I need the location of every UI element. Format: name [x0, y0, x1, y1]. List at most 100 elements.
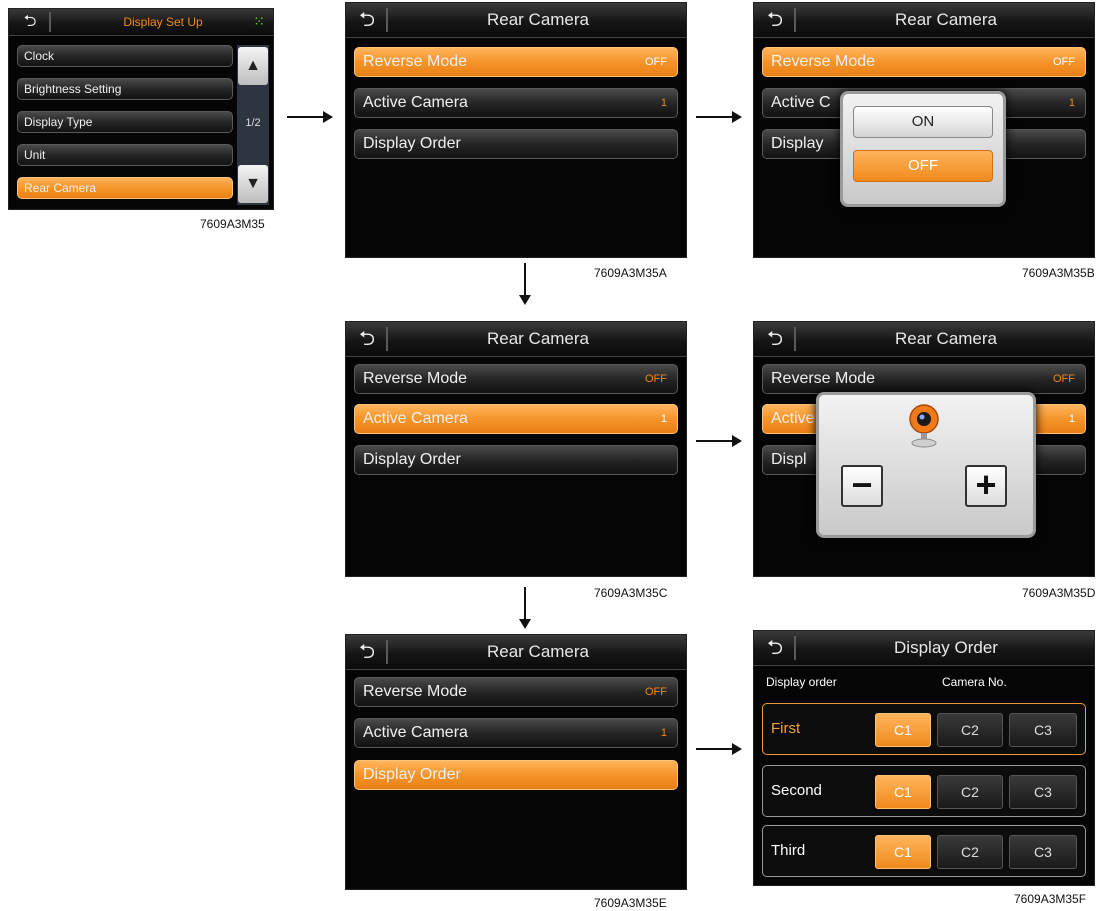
scroll-down-button[interactable]: ▼ — [238, 165, 268, 203]
divider — [794, 327, 796, 351]
reverse-mode-row[interactable]: Reverse Mode OFF — [762, 364, 1086, 394]
order-row-second: Second C1 C2 C3 — [762, 765, 1086, 817]
title-bar: ⮌ Display Order — [754, 631, 1094, 666]
display-order-row[interactable]: Display Order — [354, 129, 678, 159]
camera-c2-button[interactable]: C2 — [937, 713, 1003, 747]
caption: 7609A3M35D — [1022, 586, 1096, 600]
page-indicator: 1/2 — [245, 117, 261, 129]
caption: 7609A3M35C — [594, 586, 668, 600]
page-title: Rear Camera — [894, 10, 998, 29]
row-label: Reverse Mode — [363, 53, 468, 70]
menu-item-label: Brightness Setting — [24, 82, 122, 96]
title-bar: ⮌ Rear Camera — [346, 322, 686, 357]
row-value: 1 — [1068, 97, 1075, 109]
active-camera-row[interactable]: Active Camera 1 — [354, 404, 678, 434]
row-label: Active C — [771, 94, 831, 111]
page-title: Rear Camera — [894, 329, 998, 348]
rear-camera-screen-b: ⮌ Rear Camera Reverse Mode OFF Active C1 … — [753, 2, 1095, 258]
reverse-mode-row[interactable]: Reverse Mode OFF — [354, 47, 678, 77]
decrease-button[interactable]: − — [841, 465, 883, 507]
rear-camera-screen-c: ⮌ Rear Camera Reverse Mode OFF Active Cam… — [345, 321, 687, 577]
flow-arrow — [519, 263, 531, 305]
reverse-mode-row[interactable]: Reverse Mode OFF — [762, 47, 1086, 77]
active-camera-row[interactable]: Active Camera 1 — [354, 718, 678, 748]
row-label: Display Order — [363, 135, 461, 152]
caption: 7609A3M35F — [1014, 892, 1087, 906]
row-label: Active — [771, 410, 815, 427]
caption: 7609A3M35E — [594, 896, 667, 910]
menu-item-label: Clock — [24, 49, 55, 63]
active-camera-popup: − + — [816, 392, 1036, 538]
scroll-up-button[interactable]: ▲ — [238, 47, 268, 85]
row-label: Display Order — [363, 766, 461, 783]
column-header-camera: Camera No. — [942, 675, 1007, 689]
back-icon[interactable]: ⮌ — [354, 8, 380, 32]
divider — [386, 327, 388, 351]
display-order-row[interactable]: Display Order — [354, 445, 678, 475]
reverse-mode-row[interactable]: Reverse Mode OFF — [354, 364, 678, 394]
row-label: Reverse Mode — [363, 370, 468, 387]
back-icon[interactable]: ⮌ — [762, 8, 788, 32]
back-icon[interactable]: ⮌ — [762, 636, 788, 660]
off-button[interactable]: OFF — [853, 150, 993, 182]
reverse-mode-popup: ON OFF — [840, 91, 1006, 207]
webcam-icon — [907, 403, 941, 449]
divider — [794, 8, 796, 32]
row-label: Active Camera — [363, 724, 468, 741]
row-value: 1 — [1068, 413, 1075, 425]
back-icon[interactable]: ⮌ — [762, 327, 788, 351]
active-camera-row[interactable]: Active Camera 1 — [354, 88, 678, 118]
row-value: OFF — [1053, 373, 1075, 385]
back-icon[interactable]: ⮌ — [354, 640, 380, 664]
settings-icon[interactable]: ⁙ — [253, 13, 265, 30]
order-row-third: Third C1 C2 C3 — [762, 825, 1086, 877]
camera-c2-button[interactable]: C2 — [937, 775, 1003, 809]
display-order-row[interactable]: Display Order — [354, 760, 678, 790]
caption: 7609A3M35A — [594, 266, 667, 280]
menu-item-brightness[interactable]: Brightness Setting — [17, 78, 233, 100]
row-label: Displ — [771, 451, 807, 468]
row-label: Active Camera — [363, 410, 468, 427]
camera-c3-button[interactable]: C3 — [1009, 775, 1077, 809]
caption: 7609A3M35 — [200, 217, 265, 231]
menu-item-rear-camera[interactable]: Rear Camera — [17, 177, 233, 199]
page-title: Rear Camera — [486, 329, 590, 348]
reverse-mode-row[interactable]: Reverse Mode OFF — [354, 677, 678, 707]
row-label: Display Order — [363, 451, 461, 468]
flow-arrow — [696, 435, 742, 447]
row-value: 1 — [660, 97, 667, 109]
row-value: OFF — [645, 686, 667, 698]
rear-camera-screen-e: ⮌ Rear Camera Reverse Mode OFF Active Cam… — [345, 634, 687, 890]
row-label: Display — [771, 135, 824, 152]
divider — [386, 8, 388, 32]
camera-c1-button[interactable]: C1 — [875, 775, 931, 809]
order-row-label: Second — [771, 782, 822, 799]
camera-c1-button[interactable]: C1 — [875, 713, 931, 747]
flow-arrow — [519, 587, 531, 629]
camera-c2-button[interactable]: C2 — [937, 835, 1003, 869]
increase-button[interactable]: + — [965, 465, 1007, 507]
column-header-order: Display order — [766, 675, 837, 689]
menu-item-unit[interactable]: Unit — [17, 144, 233, 166]
order-row-label: First — [771, 720, 801, 737]
scrollbar[interactable]: ▲ 1/2 ▼ — [237, 45, 269, 205]
row-value: 1 — [660, 413, 667, 425]
title-bar: ⮌ Rear Camera — [754, 3, 1094, 38]
order-row-first: First C1 C2 C3 — [762, 703, 1086, 755]
row-label: Reverse Mode — [771, 53, 876, 70]
camera-c3-button[interactable]: C3 — [1009, 835, 1077, 869]
camera-c3-button[interactable]: C3 — [1009, 713, 1077, 747]
on-button[interactable]: ON — [853, 106, 993, 138]
row-label: Reverse Mode — [771, 370, 876, 387]
menu-item-clock[interactable]: Clock — [17, 45, 233, 67]
menu-item-label: Rear Camera — [24, 181, 97, 195]
camera-c1-button[interactable]: C1 — [875, 835, 931, 869]
rear-camera-screen-a: ⮌ Rear Camera Reverse Mode OFF Active Cam… — [345, 2, 687, 258]
menu-item-label: Display Type — [24, 115, 93, 129]
menu-item-display-type[interactable]: Display Type — [17, 111, 233, 133]
row-value: OFF — [1053, 56, 1075, 68]
back-icon[interactable]: ⮌ — [17, 10, 43, 34]
back-icon[interactable]: ⮌ — [354, 327, 380, 351]
caption: 7609A3M35B — [1022, 266, 1095, 280]
flow-arrow — [287, 111, 333, 123]
